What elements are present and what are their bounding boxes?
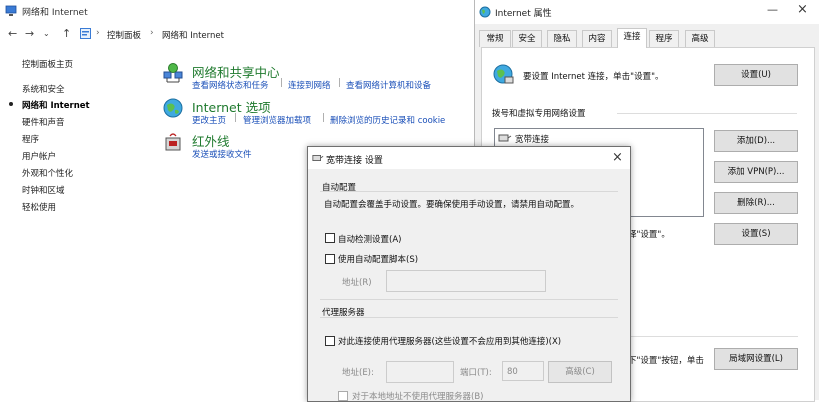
- tab-advanced[interactable]: 高级: [685, 30, 715, 47]
- broadband-icon: [498, 134, 512, 142]
- port-input[interactable]: 80: [502, 361, 544, 381]
- link-connect[interactable]: 连接到网络: [288, 79, 331, 91]
- broadband-icon: [312, 155, 324, 161]
- title-bar: 网络和 Internet: [0, 0, 474, 22]
- script-address-input[interactable]: [386, 270, 546, 292]
- nav-item-system[interactable]: 系统和安全: [22, 83, 65, 95]
- connection-item[interactable]: 宽带连接: [515, 133, 549, 145]
- link-delete-history[interactable]: 删除浏览的历史记录和 cookie: [330, 114, 445, 126]
- setup-button[interactable]: 设置(U): [714, 64, 798, 86]
- link-divider: |: [280, 78, 284, 88]
- group-divider: [320, 317, 618, 318]
- tab-connections[interactable]: 连接: [617, 28, 647, 48]
- group-divider: [320, 191, 618, 192]
- broadband-settings-dialog: 宽带连接 设置 × 自动配置 自动配置会覆盖手动设置。要确保使用手动设置，请禁用…: [307, 146, 631, 402]
- address-label: 地址(R): [342, 278, 372, 288]
- address-bar: ← → ⌄ ↑ › 控制面板 › 网络和 Internet: [0, 24, 474, 44]
- bypass-local-label[interactable]: 对于本地地址不使用代理服务器(B): [352, 390, 483, 402]
- nav-item-users[interactable]: 用户帐户: [22, 150, 56, 162]
- tab-programs[interactable]: 程序: [649, 30, 679, 47]
- auto-script-label[interactable]: 使用自动配置脚本(S): [338, 253, 418, 265]
- infrared-icon: [165, 133, 181, 151]
- network-sharing-icon: [163, 63, 183, 83]
- dialup-section-label: 拨号和虚拟专用网络设置: [492, 109, 586, 119]
- dialog-title-bar: 宽带连接 设置 ×: [308, 147, 630, 169]
- globe-icon: [163, 98, 183, 118]
- recent-chevron-icon[interactable]: ⌄: [43, 29, 50, 38]
- breadcrumb-network[interactable]: 网络和 Internet: [162, 29, 224, 41]
- group-divider: [320, 299, 618, 300]
- advanced-button[interactable]: 高级(C): [548, 361, 612, 383]
- lan-hint: 下"设置"按钮，单击: [628, 356, 704, 366]
- setup-text: 要设置 Internet 连接，单击"设置"。: [523, 72, 664, 82]
- tab-general[interactable]: 常规: [479, 30, 511, 47]
- breadcrumb-control-panel[interactable]: 控制面板: [107, 29, 141, 41]
- settings-button[interactable]: 设置(S): [714, 223, 798, 245]
- port-label: 端口(T):: [460, 368, 492, 378]
- minimize-icon[interactable]: —: [767, 3, 778, 16]
- auto-detect-label[interactable]: 自动检测设置(A): [338, 233, 401, 245]
- link-manage-addons[interactable]: 管理浏览器加载项: [243, 114, 311, 126]
- section-divider: [628, 336, 798, 337]
- link-change-home[interactable]: 更改主页: [192, 114, 226, 126]
- proxy-address-label: 地址(E):: [342, 368, 374, 378]
- link-divider: |: [322, 113, 326, 123]
- proxy-address-input[interactable]: [386, 361, 454, 383]
- remove-button[interactable]: 删除(R)...: [714, 192, 798, 214]
- use-proxy-checkbox[interactable]: [325, 336, 335, 346]
- window-title: 网络和 Internet: [22, 8, 88, 18]
- globe-icon: [479, 6, 491, 18]
- network-icon: [5, 5, 17, 16]
- active-indicator: [9, 102, 13, 106]
- nav-item-appearance[interactable]: 外观和个性化: [22, 167, 73, 179]
- breadcrumb-separator: ›: [96, 28, 100, 38]
- nav-item-clock[interactable]: 时钟和区域: [22, 184, 65, 196]
- link-divider: |: [234, 113, 238, 123]
- add-vpn-button[interactable]: 添加 VPN(P)...: [714, 161, 798, 183]
- nav-item-network[interactable]: 网络和 Internet: [22, 99, 90, 111]
- nav-item-programs[interactable]: 程序: [22, 133, 39, 145]
- auto-config-desc: 自动配置会覆盖手动设置。要确保使用手动设置，请禁用自动配置。: [324, 200, 580, 210]
- link-view-computers[interactable]: 查看网络计算机和设备: [346, 79, 431, 91]
- link-view-status[interactable]: 查看网络状态和任务: [192, 79, 269, 91]
- tab-security[interactable]: 安全: [512, 30, 542, 47]
- link-send-files[interactable]: 发送或接收文件: [192, 148, 252, 160]
- dialog-title: 宽带连接 设置: [326, 156, 383, 166]
- link-divider: |: [338, 78, 342, 88]
- use-proxy-label[interactable]: 对此连接使用代理服务器(这些设置不会应用到其他连接)(X): [338, 335, 561, 347]
- section-divider: [617, 113, 797, 114]
- add-button[interactable]: 添加(D)...: [714, 130, 798, 152]
- breadcrumb-separator: ›: [150, 28, 154, 38]
- back-arrow-icon[interactable]: ←: [8, 27, 17, 40]
- nav-item-home[interactable]: 控制面板主页: [22, 58, 73, 70]
- lan-settings-button[interactable]: 局域网设置(L): [714, 348, 798, 370]
- nav-item-hardware[interactable]: 硬件和声音: [22, 116, 65, 128]
- tab-privacy[interactable]: 隐私: [547, 30, 577, 47]
- auto-detect-checkbox[interactable]: [325, 233, 335, 243]
- tab-content[interactable]: 内容: [582, 30, 612, 47]
- nav-item-ease[interactable]: 轻松使用: [22, 201, 56, 213]
- forward-arrow-icon[interactable]: →: [25, 27, 34, 40]
- up-arrow-icon[interactable]: ↑: [62, 27, 71, 40]
- close-icon[interactable]: ×: [612, 150, 623, 165]
- auto-script-checkbox[interactable]: [325, 254, 335, 264]
- title-bar: Internet 属性 — ×: [475, 0, 819, 24]
- control-panel-icon: [80, 28, 91, 39]
- window-title: Internet 属性: [495, 9, 552, 19]
- settings-hint: 择"设置"。: [628, 230, 670, 240]
- setup-globe-icon: [493, 64, 514, 84]
- close-icon[interactable]: ×: [797, 2, 808, 17]
